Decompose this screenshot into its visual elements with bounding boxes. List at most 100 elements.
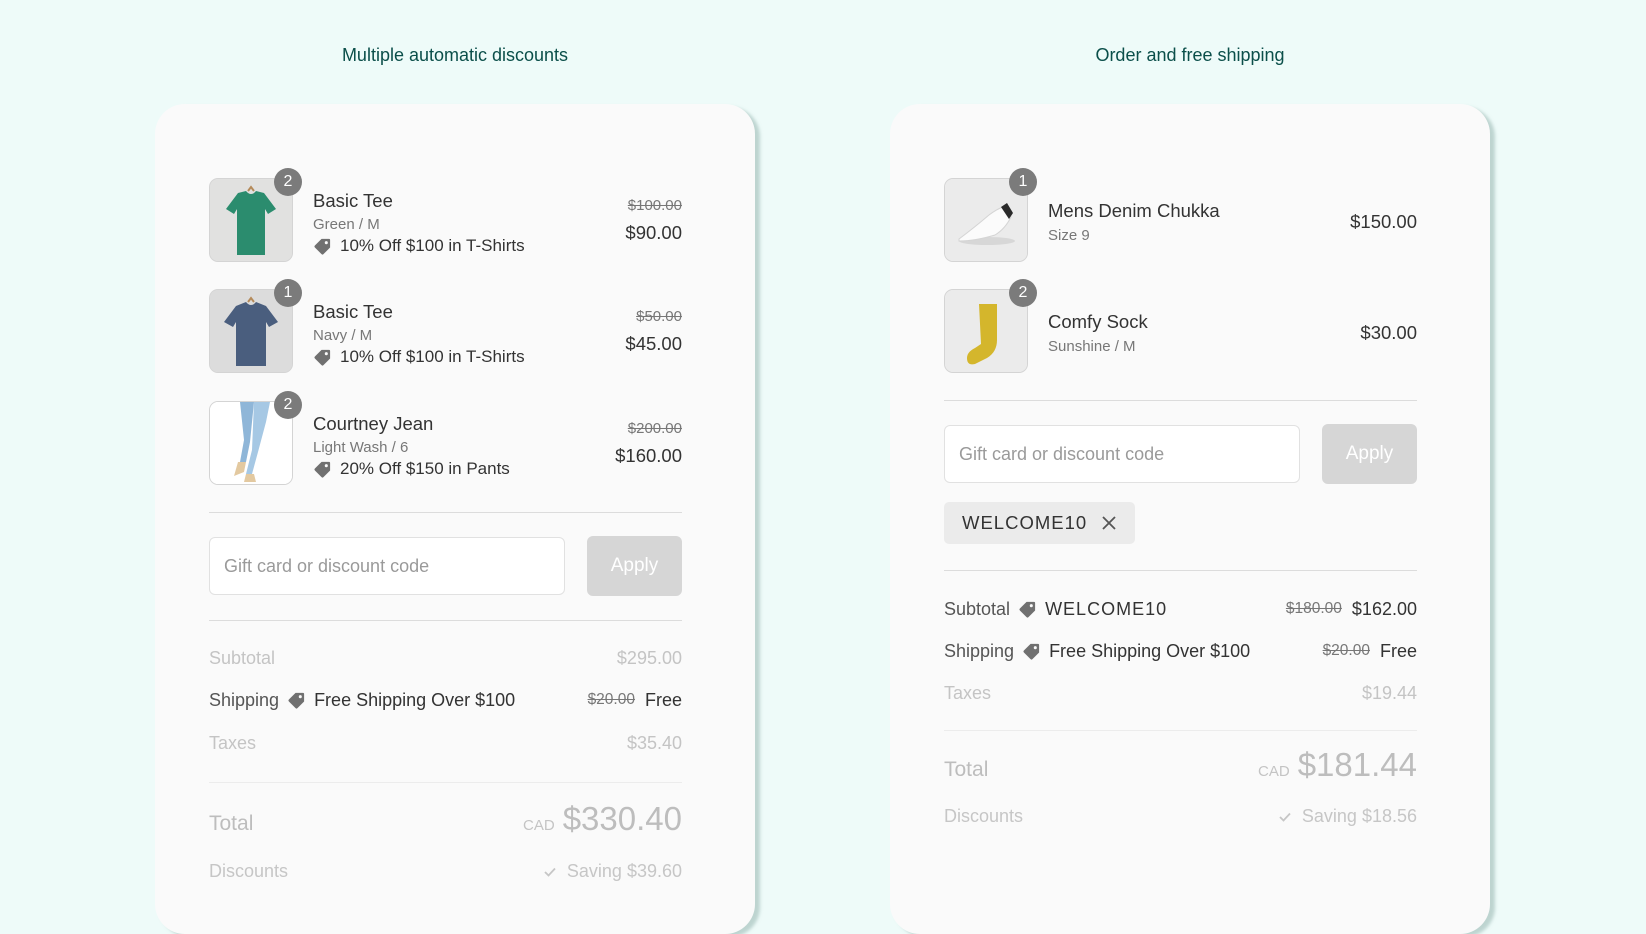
item-price: $45.00 xyxy=(625,333,682,354)
subtotal-discount: WELCOME10 xyxy=(1018,599,1167,620)
item-original-price: $50.00 xyxy=(636,308,682,325)
discounts-row: Discounts Saving $18.56 xyxy=(944,806,1417,827)
currency-code: CAD xyxy=(523,817,555,834)
quantity-badge: 2 xyxy=(1009,279,1037,307)
shipping-label: Shipping xyxy=(944,640,1015,661)
section-title-order-free-shipping: Order and free shipping xyxy=(1095,45,1285,65)
total-row: Total CAD $181.44 xyxy=(944,746,1417,784)
subtotal-value: $295.00 xyxy=(616,647,682,668)
total-value: $330.40 xyxy=(562,800,682,837)
item-variant: Navy / M xyxy=(313,327,373,344)
total-label: Total xyxy=(209,812,254,835)
item-discount: 10% Off $100 in T-Shirts xyxy=(313,236,525,256)
discount-tag-icon xyxy=(314,461,331,478)
quantity-badge: 2 xyxy=(274,168,302,196)
taxes-value: $35.40 xyxy=(626,732,682,753)
subtotal-value: $162.00 xyxy=(1351,598,1417,619)
discount-tag-icon xyxy=(1023,643,1040,660)
item-discount-label: 20% Off $150 in Pants xyxy=(340,459,510,478)
subtotal-row: Subtotal WELCOME10 $180.00 $162.00 xyxy=(944,595,1417,623)
shipping-discount-label: Free Shipping Over $100 xyxy=(1049,640,1251,661)
checkout-summary-card-automatic: 2 Basic Tee Green / M 10% Off $100 in T-… xyxy=(155,104,755,934)
discount-tag-icon xyxy=(288,692,305,709)
divider xyxy=(944,400,1417,401)
divider xyxy=(944,730,1417,731)
item-discount: 20% Off $150 in Pants xyxy=(313,459,510,479)
taxes-row: Taxes $35.40 xyxy=(209,729,682,757)
shipping-discount: Free Shipping Over $100 xyxy=(1022,641,1250,662)
applied-discount-chip: WELCOME10 xyxy=(944,502,1136,544)
item-price: $160.00 xyxy=(615,445,682,466)
taxes-label: Taxes xyxy=(944,682,992,703)
line-item: 1 Mens Denim Chukka Size 9 $150.00 xyxy=(944,168,1417,262)
item-discount: 10% Off $100 in T-Shirts xyxy=(313,347,525,367)
apply-button[interactable]: Apply xyxy=(587,536,682,596)
line-item: 2 Basic Tee Green / M 10% Off $100 in T-… xyxy=(209,168,682,262)
checkmark-icon xyxy=(544,867,556,877)
quantity-badge: 1 xyxy=(274,279,302,307)
subtotal-label: Subtotal xyxy=(944,598,1011,619)
discounts-row: Discounts Saving $39.60 xyxy=(209,861,682,882)
taxes-row: Taxes $19.44 xyxy=(944,679,1417,707)
divider xyxy=(209,782,682,783)
shipping-original: $20.00 xyxy=(1322,642,1370,659)
shipping-original: $20.00 xyxy=(587,691,635,708)
item-variant: Light Wash / 6 xyxy=(313,439,409,456)
item-variant: Green / M xyxy=(313,216,380,233)
subtotal-row: Subtotal $295.00 xyxy=(209,644,682,672)
divider xyxy=(209,512,682,513)
line-item: 2 Courtney Jean Light Wash / 6 20% Off $… xyxy=(209,391,682,485)
discount-code-input[interactable] xyxy=(209,537,565,595)
item-variant: Sunshine / M xyxy=(1048,338,1136,355)
item-discount-label: 10% Off $100 in T-Shirts xyxy=(340,347,525,366)
section-title-automatic-discounts: Multiple automatic discounts xyxy=(341,45,569,65)
divider xyxy=(209,620,682,621)
total-label: Total xyxy=(944,758,989,781)
line-item: 1 Basic Tee Navy / M 10% Off $100 in T-S… xyxy=(209,279,682,373)
apply-button[interactable]: Apply xyxy=(1322,424,1417,484)
remove-code-icon[interactable] xyxy=(1101,515,1117,531)
saving-amount: Saving $18.56 xyxy=(1301,806,1417,826)
item-price: $90.00 xyxy=(625,222,682,243)
item-name: Courtney Jean xyxy=(313,413,434,434)
discount-tag-icon xyxy=(1019,601,1036,618)
applied-code-label: WELCOME10 xyxy=(962,512,1088,533)
item-discount-label: 10% Off $100 in T-Shirts xyxy=(340,236,525,255)
line-item: 2 Comfy Sock Sunshine / M $30.00 xyxy=(944,279,1417,373)
quantity-badge: 2 xyxy=(274,391,302,419)
item-name: Basic Tee xyxy=(313,190,393,211)
saving-amount: Saving $39.60 xyxy=(566,861,682,881)
shipping-row: Shipping Free Shipping Over $100 $20.00 … xyxy=(944,637,1417,665)
item-name: Mens Denim Chukka xyxy=(1048,200,1220,221)
item-price: $150.00 xyxy=(1350,211,1417,232)
item-original-price: $200.00 xyxy=(627,420,682,437)
shipping-label: Shipping xyxy=(209,689,280,710)
taxes-label: Taxes xyxy=(209,732,257,753)
item-variant: Size 9 xyxy=(1048,227,1090,244)
shipping-discount-label: Free Shipping Over $100 xyxy=(314,689,516,710)
quantity-badge: 1 xyxy=(1009,168,1037,196)
taxes-value: $19.44 xyxy=(1361,682,1417,703)
item-original-price: $100.00 xyxy=(627,197,682,214)
discounts-label: Discounts xyxy=(944,806,1024,826)
checkmark-icon xyxy=(1279,812,1291,822)
subtotal-label: Subtotal xyxy=(209,647,276,668)
divider xyxy=(944,570,1417,571)
discount-tag-icon xyxy=(314,349,331,366)
discount-tag-icon xyxy=(314,238,331,255)
currency-code: CAD xyxy=(1258,763,1290,780)
total-value: $181.44 xyxy=(1297,746,1417,783)
discount-code-input[interactable] xyxy=(944,425,1300,483)
item-price: $30.00 xyxy=(1360,322,1417,343)
shipping-value: Free xyxy=(644,689,682,710)
shipping-value: Free xyxy=(1379,640,1417,661)
subtotal-discount-label: WELCOME10 xyxy=(1045,598,1168,619)
subtotal-original: $180.00 xyxy=(1285,600,1342,617)
item-name: Comfy Sock xyxy=(1048,311,1148,332)
discounts-label: Discounts xyxy=(209,861,289,881)
total-row: Total CAD $330.40 xyxy=(209,800,682,838)
shipping-row: Shipping Free Shipping Over $100 $20.00 … xyxy=(209,686,682,714)
shipping-discount: Free Shipping Over $100 xyxy=(287,690,515,711)
checkout-summary-card-order-shipping: 1 Mens Denim Chukka Size 9 $150.00 2 Com… xyxy=(890,104,1490,934)
item-name: Basic Tee xyxy=(313,301,393,322)
